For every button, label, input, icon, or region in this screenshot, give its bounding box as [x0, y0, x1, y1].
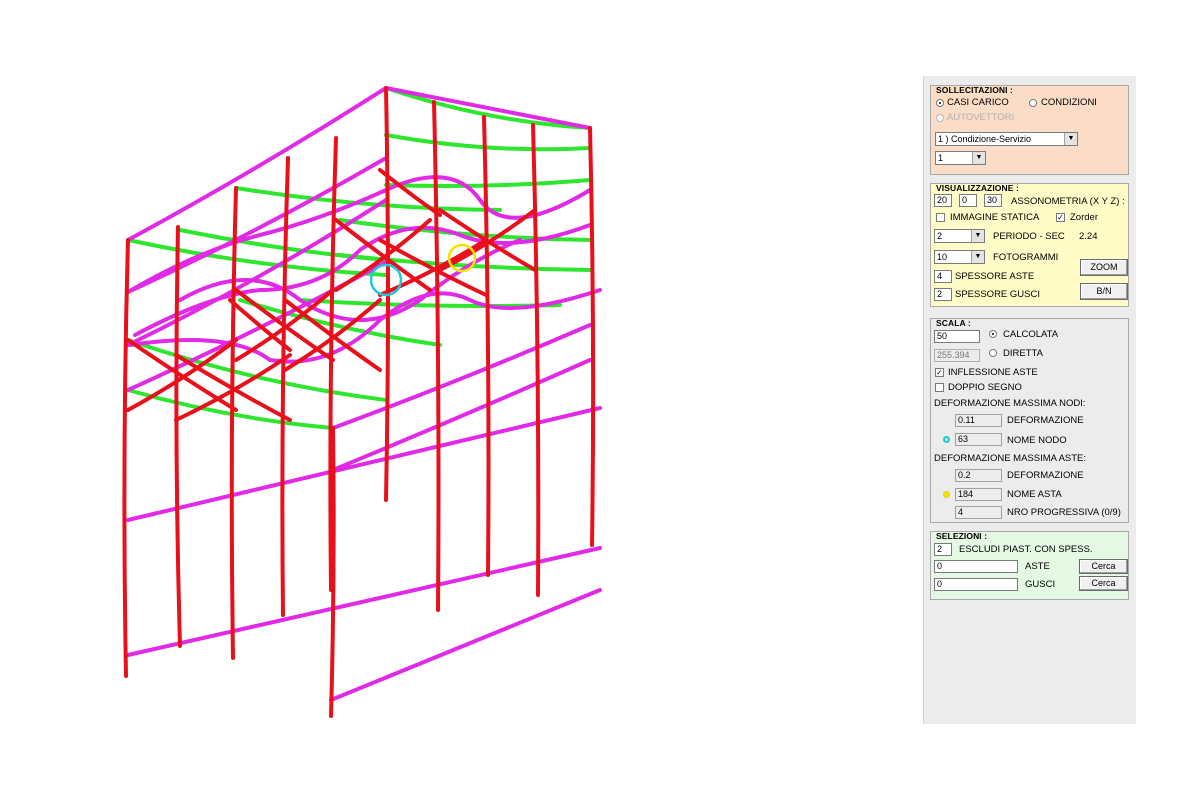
- immagine-statica-label: IMMAGINE STATICA: [950, 212, 1040, 223]
- def-nodi-heading: DEFORMAZIONE MASSIMA NODI:: [934, 398, 1086, 409]
- inflessione-checkbox[interactable]: ✓: [935, 368, 944, 377]
- escludi-label: ESCLUDI PIAST. CON SPESS.: [959, 544, 1093, 555]
- green-beam: [384, 133, 592, 152]
- def-nodi-label: DEFORMAZIONE: [1007, 415, 1084, 426]
- magenta-beam: [329, 588, 602, 702]
- doppio-segno-checkbox[interactable]: [935, 383, 944, 392]
- cerca-aste-button[interactable]: Cerca: [1079, 559, 1128, 574]
- case-select-value: 1: [938, 153, 944, 163]
- condizioni-radio[interactable]: [1029, 99, 1037, 107]
- def-aste-label: DEFORMAZIONE: [1007, 470, 1084, 481]
- def-aste-value: 0.2: [955, 469, 1002, 482]
- autovettori-label: AUTOVETTORI: [947, 112, 1015, 123]
- axo-x-input[interactable]: 20: [934, 194, 952, 207]
- magenta-beam: [126, 406, 602, 522]
- casi-carico-label: CASI CARICO: [947, 97, 1009, 108]
- zoom-button[interactable]: ZOOM: [1080, 259, 1128, 276]
- chevron-down-icon[interactable]: ▼: [1064, 133, 1077, 145]
- selezioni-title: SELEZIONI :: [936, 531, 988, 541]
- nome-nodo-label: NOME NODO: [1007, 435, 1067, 446]
- sollecitazioni-group: SOLLECITAZIONI : CASI CARICO CONDIZIONI …: [930, 85, 1129, 175]
- scala-group: SCALA : 50 CALCOLATA 255.394 DIRETTA ✓ I…: [930, 318, 1129, 523]
- column-member: [229, 186, 238, 660]
- def-nodi-value: 0.11: [955, 414, 1002, 427]
- fotogrammi-label: FOTOGRAMMI: [993, 252, 1059, 263]
- deformed-frame-view[interactable]: [0, 0, 920, 800]
- scala-title: SCALA :: [936, 318, 971, 328]
- periodo-value: 2.24: [1079, 231, 1098, 242]
- escludi-input[interactable]: 2: [934, 543, 952, 556]
- structure-viewport[interactable]: [0, 0, 920, 800]
- spessore-gusci-input[interactable]: 2: [934, 288, 952, 301]
- immagine-statica-checkbox[interactable]: [936, 213, 945, 222]
- magenta-beam: [384, 86, 592, 130]
- sollecitazioni-title: SOLLECITAZIONI :: [936, 85, 1013, 95]
- selezioni-group: SELEZIONI : 2 ESCLUDI PIAST. CON SPESS. …: [930, 531, 1129, 600]
- nome-nodo-value: 63: [955, 433, 1002, 446]
- node-marker-icon: [943, 436, 950, 443]
- diretta-radio[interactable]: [989, 349, 997, 357]
- chevron-down-icon[interactable]: ▼: [971, 251, 984, 263]
- inflessione-label: INFLESSIONE ASTE: [948, 367, 1038, 378]
- bn-button[interactable]: B/N: [1080, 283, 1128, 300]
- aste-label: ASTE: [1025, 561, 1050, 572]
- condition-select-value: 1 ) Condizione-Servizio: [938, 134, 1032, 144]
- periodo-select-value: 2: [937, 231, 943, 241]
- aste-input[interactable]: 0: [934, 560, 1018, 573]
- magenta-beam: [126, 546, 602, 657]
- def-aste-heading: DEFORMAZIONE MASSIMA ASTE:: [934, 453, 1087, 464]
- control-panel: SOLLECITAZIONI : CASI CARICO CONDIZIONI …: [923, 76, 1136, 724]
- calcolata-label: CALCOLATA: [1003, 329, 1059, 340]
- nro-progressiva-label: NRO PROGRESSIVA (0/9): [1007, 507, 1121, 518]
- axo-z-input[interactable]: 30: [984, 194, 1002, 207]
- spessore-aste-label: SPESSORE ASTE: [955, 271, 1035, 282]
- nome-asta-value: 184: [955, 488, 1002, 501]
- column-member: [588, 126, 596, 547]
- scala-calcolata-input[interactable]: 50: [934, 330, 980, 343]
- axo-label: ASSONOMETRIA (X Y Z) :: [1011, 196, 1125, 207]
- column-member: [280, 156, 290, 617]
- green-beam: [298, 298, 562, 309]
- doppio-segno-label: DOPPIO SEGNO: [948, 382, 1022, 393]
- gusci-label: GUSCI: [1025, 579, 1056, 590]
- condizioni-label: CONDIZIONI: [1041, 97, 1097, 108]
- magenta-beam: [126, 86, 388, 242]
- zorder-label: Zorder: [1070, 212, 1098, 223]
- condition-select[interactable]: 1 ) Condizione-Servizio ▼: [935, 132, 1078, 146]
- nro-progressiva-value: 4: [955, 506, 1002, 519]
- chevron-down-icon[interactable]: ▼: [972, 152, 985, 164]
- axo-y-input[interactable]: 0: [959, 194, 977, 207]
- fotogrammi-select[interactable]: 10 ▼: [934, 250, 985, 264]
- visualizzazione-group: VISUALIZZAZIONE : 20 0 30 ASSONOMETRIA (…: [930, 183, 1129, 307]
- casi-carico-radio[interactable]: [936, 99, 944, 107]
- gusci-input[interactable]: 0: [934, 578, 1018, 591]
- autovettori-radio[interactable]: [936, 114, 944, 122]
- spessore-aste-input[interactable]: 4: [934, 270, 952, 283]
- scala-diretta-input[interactable]: 255.394: [934, 349, 980, 362]
- column-member: [122, 238, 130, 678]
- calcolata-radio[interactable]: [989, 330, 997, 338]
- fotogrammi-select-value: 10: [937, 252, 948, 262]
- case-select[interactable]: 1 ▼: [935, 151, 986, 165]
- column-member: [174, 225, 182, 648]
- zorder-checkbox[interactable]: ✓: [1056, 213, 1065, 222]
- periodo-label: PERIODO - SEC: [993, 231, 1065, 242]
- chevron-down-icon[interactable]: ▼: [971, 230, 984, 242]
- visualizzazione-title: VISUALIZZAZIONE :: [936, 183, 1019, 193]
- periodo-select[interactable]: 2 ▼: [934, 229, 985, 243]
- cerca-gusci-button[interactable]: Cerca: [1079, 576, 1128, 591]
- magenta-beams-layer: [126, 86, 602, 702]
- column-member: [531, 123, 541, 597]
- diretta-label: DIRETTA: [1003, 348, 1043, 359]
- beam-marker-icon: [943, 491, 950, 498]
- nome-asta-label: NOME ASTA: [1007, 489, 1062, 500]
- spessore-gusci-label: SPESSORE GUSCI: [955, 289, 1040, 300]
